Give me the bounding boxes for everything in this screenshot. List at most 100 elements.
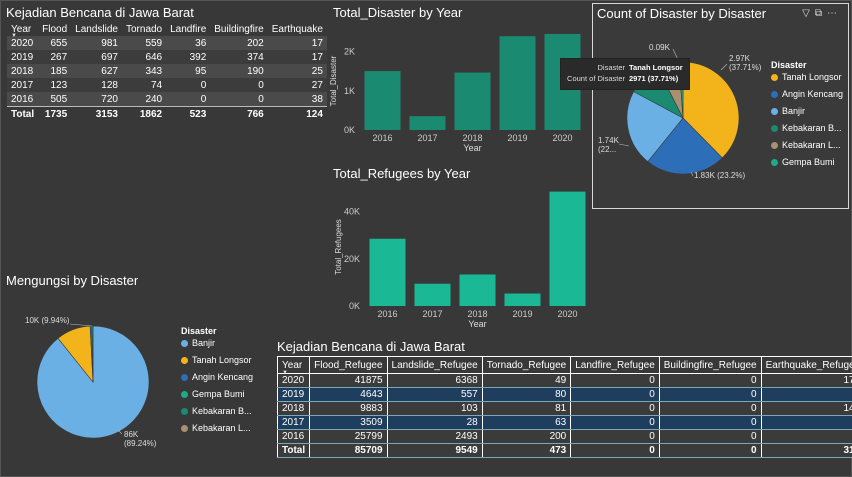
legend-label: Tanah Longsor	[782, 72, 842, 82]
table-cell: 2018	[7, 64, 39, 78]
bar-2017[interactable]	[414, 283, 451, 306]
table-cell: 0	[659, 373, 762, 388]
column-header-tornado[interactable]: Tornado	[122, 22, 166, 36]
table-cell: 720	[71, 92, 122, 107]
column-header-year[interactable]: Year ▼	[277, 356, 311, 376]
legend-swatch	[181, 408, 188, 415]
focus-mode-icon[interactable]: ⧉	[815, 8, 827, 19]
legend-swatch	[181, 391, 188, 398]
table-cell: 185	[38, 64, 72, 78]
bar-2018[interactable]	[459, 274, 496, 306]
table-cell: 267	[38, 50, 72, 64]
more-options-icon[interactable]: ⋯	[827, 8, 842, 19]
table-cell: 123	[38, 78, 72, 92]
legend-item-banjir[interactable]: Banjir	[181, 338, 215, 348]
column-header-landfire[interactable]: Landfire	[166, 22, 210, 36]
table-cell: 49	[482, 373, 572, 388]
column-header-landslide-refugee[interactable]: Landslide_Refugee	[387, 356, 483, 374]
table-cell: 74	[121, 78, 167, 92]
disaster-count-pie[interactable]: 2.97K(37.71%) 0.09K 1.83K (23.2%) 1.74K(22.…	[593, 4, 773, 204]
data-label: 2.97K	[729, 54, 751, 63]
bar-2019[interactable]	[504, 293, 541, 306]
label-leader-line	[618, 143, 630, 147]
table-cell: 2016	[277, 429, 311, 444]
legend-item-tanah-longsor[interactable]: Tanah Longsor	[771, 72, 842, 82]
table-cell: 374	[210, 50, 268, 64]
table-cell: 0	[570, 401, 660, 416]
legend-label: Kebakaran B...	[782, 123, 842, 133]
legend-item-kebakaran-l-[interactable]: Kebakaran L...	[181, 423, 251, 433]
y-tick-label: 1K	[344, 86, 355, 96]
table-cell: 240	[121, 92, 167, 107]
table-cell: 505	[38, 92, 72, 107]
chart2-title: Total_Refugees by Year	[333, 166, 471, 181]
column-header-flood[interactable]: Flood	[38, 22, 71, 36]
bar-2018[interactable]	[454, 72, 491, 130]
bar-2017[interactable]	[409, 116, 446, 130]
data-label: 1.74K	[598, 136, 620, 145]
total-cell: Total	[7, 106, 39, 121]
legend-label: Kebakaran L...	[192, 423, 251, 433]
total-cell: 0	[659, 443, 762, 458]
refugees-pie[interactable]: 10K (9.94%) 86K(89.24%)	[0, 300, 180, 470]
legend-item-kebakaran-l-[interactable]: Kebakaran L...	[771, 140, 841, 150]
column-header-landslide[interactable]: Landslide	[71, 22, 122, 36]
table-cell: 2019	[277, 387, 311, 402]
table-cell: 140	[761, 401, 852, 416]
data-label: 0.09K	[649, 43, 671, 52]
table-cell: 9883	[309, 401, 388, 416]
table-cell: 202	[210, 36, 268, 50]
data-label: (22...	[598, 145, 616, 154]
label-leader-line	[720, 63, 728, 71]
data-label: 86K	[124, 430, 139, 439]
column-header-earthquake[interactable]: Earthquake	[268, 22, 327, 36]
pie1-legend-title: Disaster	[771, 60, 807, 70]
bar-2019[interactable]	[499, 36, 536, 131]
column-header-landfire-refugee[interactable]: Landfire_Refugee	[570, 356, 660, 374]
table-cell: 559	[121, 36, 167, 50]
table-cell: 3509	[309, 415, 388, 430]
legend-item-kebakaran-b-[interactable]: Kebakaran B...	[771, 123, 842, 133]
bar-2020[interactable]	[549, 191, 586, 306]
column-header-flood-refugee[interactable]: Flood_Refugee	[309, 356, 388, 374]
table-cell: 0	[659, 415, 762, 430]
table-cell: 103	[387, 401, 483, 416]
column-header-tornado-refugee[interactable]: Tornado_Refugee	[482, 356, 572, 374]
total-cell: 1862	[121, 106, 167, 121]
bar-2016[interactable]	[369, 238, 406, 306]
column-header-year[interactable]: Year ▼	[7, 22, 38, 40]
table-cell: 17	[267, 50, 327, 64]
legend-item-kebakaran-b-[interactable]: Kebakaran B...	[181, 406, 252, 416]
table-row: 2020 655 981 559 36 202 17	[7, 36, 327, 50]
table-cell: 28	[387, 415, 483, 430]
table-cell: 4643	[309, 387, 388, 402]
legend-item-angin-kencang[interactable]: Angin Kencang	[181, 372, 253, 382]
legend-item-tanah-longsor[interactable]: Tanah Longsor	[181, 355, 252, 365]
total-cell: 0	[570, 443, 660, 458]
legend-swatch	[181, 340, 188, 347]
legend-item-banjir[interactable]: Banjir	[771, 106, 805, 116]
total-cell: 85709	[309, 443, 388, 458]
y-tick-label: 2K	[344, 47, 355, 57]
total-cell: 523	[166, 106, 211, 121]
column-header-buildingfire[interactable]: Buildingfire	[210, 22, 267, 36]
legend-item-gempa-bumi[interactable]: Gempa Bumi	[771, 157, 835, 167]
column-header-buildingfire-refugee[interactable]: Buildingfire_Refugee	[659, 356, 762, 374]
legend-item-gempa-bumi[interactable]: Gempa Bumi	[181, 389, 245, 399]
x-tick-label: 2016	[377, 309, 397, 319]
column-header-earthquake-refugee[interactable]: Earthquake_Refugee	[761, 356, 852, 374]
x-tick-label: 2018	[467, 309, 487, 319]
table-cell: 38	[267, 92, 327, 107]
legend-item-angin-kencang[interactable]: Angin Kencang	[771, 89, 843, 99]
sort-descending-caret-icon[interactable]: ▼	[11, 33, 17, 39]
table-cell: 80	[482, 387, 572, 402]
bar-2016[interactable]	[364, 71, 401, 130]
table-cell: 95	[166, 64, 211, 78]
pie2-legend-title: Disaster	[181, 326, 217, 336]
legend-label: Tanah Longsor	[192, 355, 252, 365]
sort-descending-caret-icon[interactable]: ▼	[282, 370, 288, 376]
table-cell: 646	[121, 50, 167, 64]
filter-icon[interactable]: ▽	[802, 8, 815, 19]
x-tick-label: 2020	[557, 309, 577, 319]
table-cell: 0	[761, 387, 852, 402]
